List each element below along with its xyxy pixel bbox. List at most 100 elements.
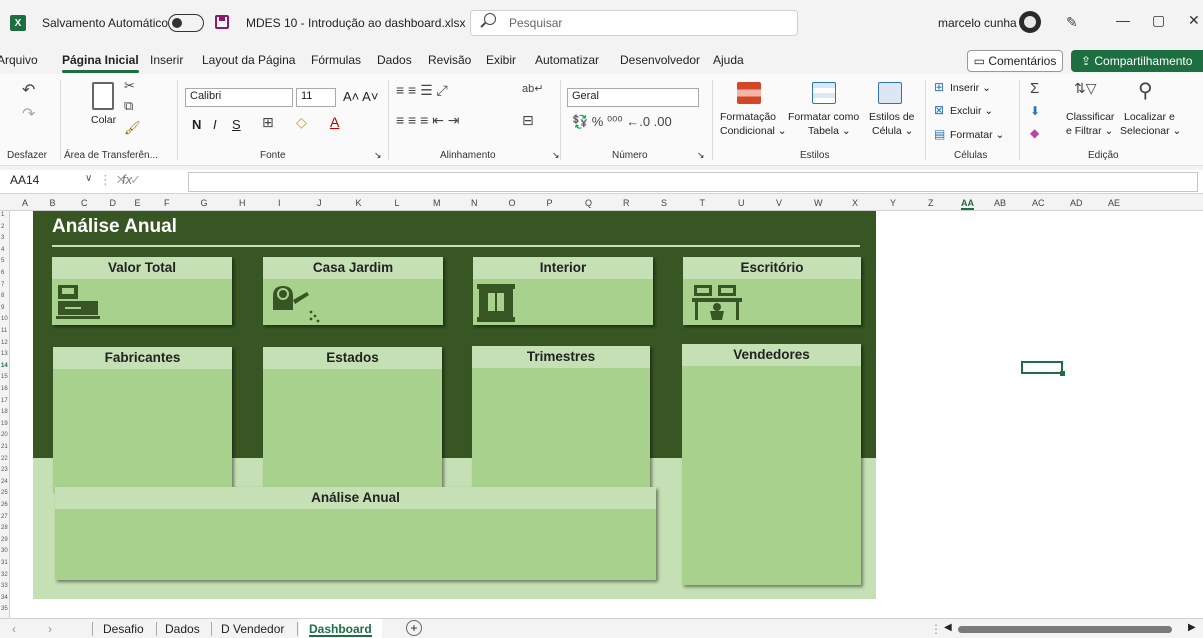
add-sheet-icon[interactable]: +	[406, 620, 422, 636]
fill-icon[interactable]: ⬇	[1030, 104, 1040, 118]
delete-cells-icon[interactable]: ⊠	[934, 103, 944, 117]
tab-automatizar[interactable]: Automatizar	[535, 53, 599, 67]
row-header[interactable]: 5	[1, 258, 4, 264]
column-header[interactable]: V	[776, 198, 782, 208]
column-header[interactable]: D	[110, 198, 117, 208]
kpi-card-escritorio[interactable]: Escritório	[683, 257, 861, 325]
row-header[interactable]: 12	[1, 340, 8, 346]
column-header[interactable]: M	[433, 198, 441, 208]
conditional-format-icon[interactable]	[737, 82, 761, 104]
row-header[interactable]: 31	[1, 560, 8, 566]
number-format-select[interactable]: Geral	[567, 88, 699, 107]
tab-revisao[interactable]: Revisão	[428, 53, 471, 67]
tab-ajuda[interactable]: Ajuda	[713, 53, 744, 67]
cell-styles-icon[interactable]	[878, 82, 902, 104]
restore-button[interactable]: ▢	[1152, 12, 1165, 29]
merge-center-icon[interactable]: ⊟	[522, 112, 534, 129]
sheet-tab-d-vendedor[interactable]: D Vendedor	[221, 622, 284, 636]
row-header[interactable]: 1	[1, 212, 4, 218]
name-box-dropdown-icon[interactable]: ∨	[85, 173, 92, 184]
row-header[interactable]: 35	[1, 606, 8, 612]
row-header[interactable]: 8	[1, 293, 4, 299]
column-header[interactable]: AB	[994, 198, 1006, 208]
cut-icon[interactable]: ✂	[124, 78, 135, 94]
sheet-tab-dados[interactable]: Dados	[165, 622, 200, 636]
column-header[interactable]: E	[135, 198, 141, 208]
format-as-table-icon[interactable]	[812, 82, 836, 104]
fill-color-icon[interactable]: ◇	[296, 114, 307, 131]
panel-trimestres[interactable]: Trimestres	[472, 346, 650, 489]
column-header[interactable]: C	[81, 198, 88, 208]
comments-button[interactable]: ▭ Comentários	[967, 50, 1063, 72]
sort-filter-icon[interactable]: ⇅▽	[1074, 80, 1097, 97]
column-header[interactable]: K	[356, 198, 362, 208]
column-header[interactable]: T	[700, 198, 706, 208]
horizontal-scrollbar[interactable]	[958, 626, 1172, 633]
hscroll-left-icon[interactable]: ◀	[944, 622, 952, 633]
column-header[interactable]: G	[201, 198, 208, 208]
save-icon[interactable]	[215, 15, 229, 29]
currency-icon[interactable]: 💱 % ⁰⁰⁰ ←.0 .00	[572, 114, 672, 130]
sheet-options-icon[interactable]: ⋮	[930, 622, 942, 636]
column-header[interactable]: AC	[1032, 198, 1045, 208]
align-left-icon[interactable]: ≡ ≡ ≡ ⇤ ⇥	[396, 112, 460, 129]
tab-formulas[interactable]: Fórmulas	[311, 53, 361, 67]
paste-icon[interactable]	[92, 82, 114, 110]
row-header[interactable]: 16	[1, 386, 8, 392]
share-button[interactable]: ⇪ Compartilhamento	[1071, 50, 1203, 72]
alignment-dialog-launcher-icon[interactable]: ↘	[552, 150, 560, 161]
kpi-card-casa-jardim[interactable]: Casa Jardim	[263, 257, 443, 325]
column-header[interactable]: AE	[1108, 198, 1120, 208]
row-header[interactable]: 7	[1, 282, 4, 288]
panel-vendedores[interactable]: Vendedores	[682, 344, 861, 585]
insert-cells-icon[interactable]: ⊞	[934, 80, 944, 94]
sheet-tab-desafio[interactable]: Desafio	[103, 622, 144, 636]
row-header[interactable]: 21	[1, 444, 8, 450]
avatar[interactable]	[1019, 11, 1041, 33]
column-header[interactable]: S	[661, 198, 667, 208]
cancel-confirm-icons[interactable]: ⋮ ✕ ✓	[99, 172, 141, 188]
row-header[interactable]: 18	[1, 409, 8, 415]
wrap-text-icon[interactable]: ab↵	[522, 82, 543, 95]
column-header[interactable]: X	[852, 198, 858, 208]
tab-inserir[interactable]: Inserir	[150, 53, 183, 67]
file-name[interactable]: MDES 10 - Introdução ao dashboard.xlsx ∨	[246, 16, 478, 30]
bold-button[interactable]: N	[192, 117, 201, 132]
italic-button[interactable]: I	[213, 117, 217, 132]
tab-pagina-inicial[interactable]: Página Inicial	[62, 53, 139, 73]
row-header[interactable]: 32	[1, 572, 8, 578]
close-button[interactable]: ✕	[1188, 12, 1200, 29]
column-header[interactable]: Y	[890, 198, 896, 208]
row-header[interactable]: 17	[1, 398, 8, 404]
column-header[interactable]: I	[278, 198, 281, 208]
panel-analise-anual[interactable]: Análise Anual	[55, 487, 656, 580]
column-header[interactable]: J	[317, 198, 322, 208]
row-header[interactable]: 2	[1, 224, 4, 230]
column-header[interactable]: H	[239, 198, 246, 208]
column-header[interactable]: P	[547, 198, 553, 208]
number-dialog-launcher-icon[interactable]: ↘	[697, 150, 705, 161]
kpi-card-interior[interactable]: Interior	[473, 257, 653, 325]
redo-icon[interactable]: ↷	[22, 104, 35, 124]
row-header[interactable]: 10	[1, 316, 8, 322]
selected-cell[interactable]	[1021, 361, 1065, 376]
font-size-select[interactable]: 11	[296, 88, 336, 107]
sheet-tab-dashboard[interactable]: Dashboard	[299, 619, 382, 638]
row-header[interactable]: 34	[1, 595, 8, 601]
column-header[interactable]: A	[22, 198, 28, 208]
scroll-right-icon[interactable]: ›	[48, 622, 52, 636]
column-header[interactable]: R	[623, 198, 630, 208]
underline-button[interactable]: S	[232, 117, 241, 132]
row-header[interactable]: 23	[1, 467, 8, 473]
row-header[interactable]: 13	[1, 351, 8, 357]
row-header[interactable]: 9	[1, 305, 4, 311]
row-header[interactable]: 29	[1, 537, 8, 543]
column-header[interactable]: B	[50, 198, 56, 208]
font-color-icon[interactable]: A	[330, 114, 339, 130]
copy-icon[interactable]: ⧉	[124, 98, 133, 114]
column-header[interactable]: AA	[961, 198, 974, 210]
column-header[interactable]: F	[164, 198, 170, 208]
undo-icon[interactable]: ↶	[22, 80, 35, 100]
autosave-toggle[interactable]	[168, 14, 204, 32]
align-top-icon[interactable]: ≡ ≡ ☰ ⤢	[396, 82, 448, 99]
